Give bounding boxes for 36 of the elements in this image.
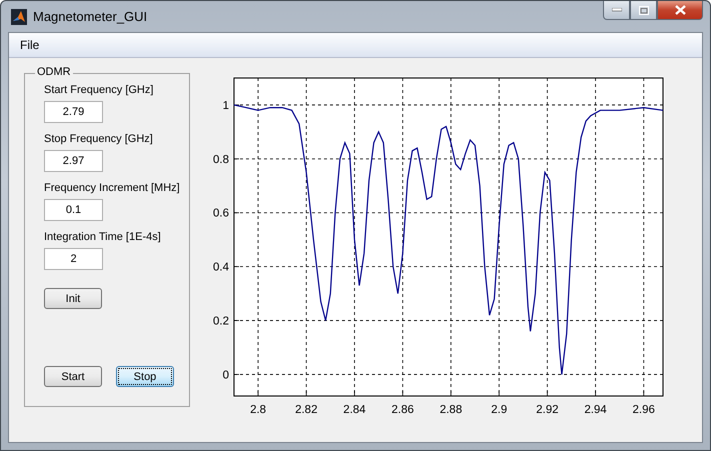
field-label: Frequency Increment [MHz] [44,182,180,194]
maximize-button[interactable] [630,1,657,20]
field-label: Start Frequency [GHz] [44,84,154,96]
init-button[interactable]: Init [44,288,102,309]
tick-label: 2.9 [491,404,508,416]
panel-title: ODMR [35,66,73,78]
tick-label: 2.92 [536,404,558,416]
tick-label: 2.94 [584,404,607,416]
tick-label: 2.96 [632,404,655,416]
input-field[interactable]: 0.1 [44,199,103,221]
input-field[interactable]: 2.79 [44,101,103,123]
stop-button[interactable]: Stop [116,366,174,387]
tick-label: 0.4 [213,262,229,274]
tick-label: 2.86 [392,404,414,416]
close-button[interactable] [657,1,703,20]
tick-label: 0.6 [213,208,229,220]
maximize-icon [638,6,648,14]
start-button[interactable]: Start [44,366,102,387]
app-logo-icon [11,8,27,24]
field-label: Stop Frequency [GHz] [44,133,153,145]
minimize-button[interactable] [603,1,630,20]
input-field[interactable]: 2 [44,248,103,270]
field-label: Integration Time [1E-4s] [44,231,161,243]
tick-label: 2.82 [295,404,318,416]
tick-label: 1 [222,100,229,112]
close-icon [674,5,686,15]
tick-label: 0 [222,369,229,382]
tick-label: 2.88 [440,404,462,416]
input-field[interactable]: 2.97 [44,150,103,172]
tick-label: 2.84 [343,404,366,416]
tick-label: 2.8 [250,404,266,416]
window-title: Magnetometer_GUI [33,9,148,24]
minimize-icon [612,8,622,12]
tick-label: 0.2 [213,316,229,328]
menu-item[interactable]: File [9,38,50,52]
tick-label: 0.8 [213,154,229,166]
